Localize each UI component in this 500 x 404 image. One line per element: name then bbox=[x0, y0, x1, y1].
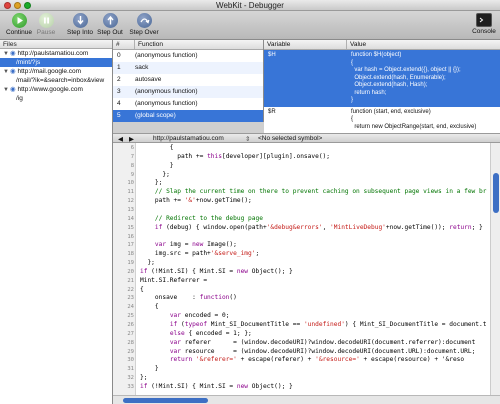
variable-value: function (start, end, exclusive) { retur… bbox=[351, 108, 477, 130]
frame-number: 4 bbox=[117, 100, 121, 107]
stack-frame-row[interactable]: 1 sack bbox=[113, 62, 263, 74]
frame-number: 3 bbox=[117, 88, 121, 95]
file-label: http://paulstamatiou.com bbox=[17, 50, 89, 57]
source-file-popup[interactable]: http://paulstamatiou.com bbox=[153, 135, 224, 142]
frame-number: 5 bbox=[117, 112, 121, 119]
column-header-value[interactable]: Value bbox=[347, 40, 500, 49]
file-label: http://www.google.com bbox=[17, 86, 83, 93]
files-header: Files bbox=[0, 40, 112, 49]
stack-frame-row[interactable]: 4 (anonymous function) bbox=[113, 98, 263, 110]
column-header-function[interactable]: Function bbox=[135, 40, 263, 49]
file-label: /mail/?ik=&search=inbox&view bbox=[16, 77, 105, 84]
vertical-scrollbar[interactable] bbox=[490, 143, 500, 395]
frame-number: 1 bbox=[117, 64, 121, 71]
step-into-button[interactable]: Step Into bbox=[66, 13, 94, 36]
code-line: 33 if (!Mint.SI) { Mint.SI = new Object()… bbox=[113, 382, 500, 393]
frame-name: (anonymous function) bbox=[135, 100, 198, 107]
line-number[interactable]: 33 bbox=[113, 382, 134, 393]
stack-frame-row[interactable]: 0 (anonymous function) bbox=[113, 50, 263, 62]
step-over-label: Step Over bbox=[129, 29, 159, 36]
file-item-host[interactable]: ▼◉ http://mail.google.com bbox=[0, 67, 112, 76]
frame-number: 2 bbox=[117, 76, 121, 83]
files-pane: Files ▼◉ http://paulstamatiou.com /mint/… bbox=[0, 40, 113, 404]
console-button[interactable]: Console bbox=[470, 13, 498, 35]
frame-name: (anonymous function) bbox=[135, 52, 198, 59]
call-stack-header: # Function bbox=[113, 40, 263, 50]
continue-label: Continue bbox=[5, 29, 33, 36]
file-label: /mint/?js bbox=[16, 59, 41, 66]
file-item-host[interactable]: ▼◉ http://www.google.com bbox=[0, 85, 112, 94]
back-arrow-icon[interactable]: ◀ bbox=[118, 135, 123, 143]
file-item-script[interactable]: /mint/?js bbox=[0, 58, 112, 67]
variables-header: Variable Value bbox=[264, 40, 500, 50]
frame-name: (anonymous function) bbox=[135, 88, 198, 95]
column-header-num[interactable]: # bbox=[113, 40, 135, 49]
continue-button[interactable]: Continue bbox=[4, 13, 34, 36]
toolbar: Continue Pause Step Into Step Out Step O… bbox=[0, 11, 500, 40]
source-navigation-bar: ◀ ▶ http://paulstamatiou.com ⇕ <No selec… bbox=[113, 133, 500, 143]
file-label: /ig bbox=[16, 95, 23, 102]
symbol-popup[interactable]: <No selected symbol> bbox=[258, 135, 322, 142]
pause-icon bbox=[38, 13, 54, 28]
frame-name: sack bbox=[135, 64, 149, 71]
frame-name: (global scope) bbox=[135, 112, 176, 119]
scroll-thumb[interactable] bbox=[123, 398, 208, 403]
source-code-view[interactable]: 6 {7 path += this[developer][plugin].ons… bbox=[113, 143, 500, 395]
globe-icon: ◉ bbox=[10, 68, 16, 75]
step-out-icon bbox=[102, 13, 118, 28]
frame-number: 0 bbox=[117, 52, 121, 59]
variable-name: $H bbox=[268, 52, 276, 58]
step-out-label: Step Out bbox=[97, 29, 123, 36]
globe-icon: ◉ bbox=[10, 50, 16, 57]
scroll-thumb[interactable] bbox=[493, 173, 499, 213]
call-stack-pane: # Function 0 (anonymous function) 1 sack 2… bbox=[113, 40, 264, 122]
stack-frame-row[interactable]: 2 autosave bbox=[113, 74, 263, 86]
frame-name: autosave bbox=[135, 76, 162, 83]
window-title: WebKit - Debugger bbox=[216, 1, 284, 10]
column-header-variable[interactable]: Variable bbox=[264, 40, 347, 49]
variable-row[interactable]: $R function (start, end, exclusive) { re… bbox=[264, 107, 500, 134]
pause-label: Pause bbox=[36, 29, 56, 36]
file-label: http://mail.google.com bbox=[17, 68, 82, 75]
variable-row-selected[interactable]: $H function $H(object) { var hash = Obje… bbox=[264, 50, 500, 107]
disclosure-triangle-icon[interactable]: ▼ bbox=[3, 68, 10, 76]
popup-chevron-icon: ⇕ bbox=[245, 136, 251, 143]
step-over-button[interactable]: Step Over bbox=[128, 13, 160, 36]
step-out-button[interactable]: Step Out bbox=[96, 13, 124, 36]
step-into-icon bbox=[72, 13, 88, 28]
pause-button[interactable]: Pause bbox=[34, 13, 58, 36]
file-item-host[interactable]: ▼◉ http://paulstamatiou.com bbox=[0, 49, 112, 58]
variables-pane: Variable Value $H function $H(object) { … bbox=[264, 40, 500, 133]
console-icon bbox=[476, 13, 492, 27]
disclosure-triangle-icon[interactable]: ▼ bbox=[3, 86, 10, 94]
step-into-label: Step Into bbox=[66, 29, 94, 36]
horizontal-scrollbar[interactable] bbox=[113, 395, 500, 404]
stack-frame-row-selected[interactable]: 5 (global scope) bbox=[113, 110, 263, 122]
file-item-script[interactable]: /ig bbox=[0, 94, 112, 103]
forward-arrow-icon[interactable]: ▶ bbox=[129, 135, 134, 143]
title-bar: WebKit - Debugger bbox=[0, 0, 500, 11]
stack-frame-row[interactable]: 3 (anonymous function) bbox=[113, 86, 263, 98]
play-icon bbox=[11, 13, 27, 28]
variable-name: $R bbox=[268, 108, 276, 115]
variable-value: function $H(object) { var hash = Object.… bbox=[351, 52, 461, 103]
globe-icon: ◉ bbox=[10, 86, 16, 93]
code-text: if (!Mint.SI) { Mint.SI = new Object(); … bbox=[140, 382, 293, 390]
file-item-script[interactable]: /mail/?ik=&search=inbox&view bbox=[0, 76, 112, 85]
disclosure-triangle-icon[interactable]: ▼ bbox=[3, 50, 10, 58]
step-over-icon bbox=[136, 13, 152, 28]
console-label: Console bbox=[472, 28, 496, 35]
